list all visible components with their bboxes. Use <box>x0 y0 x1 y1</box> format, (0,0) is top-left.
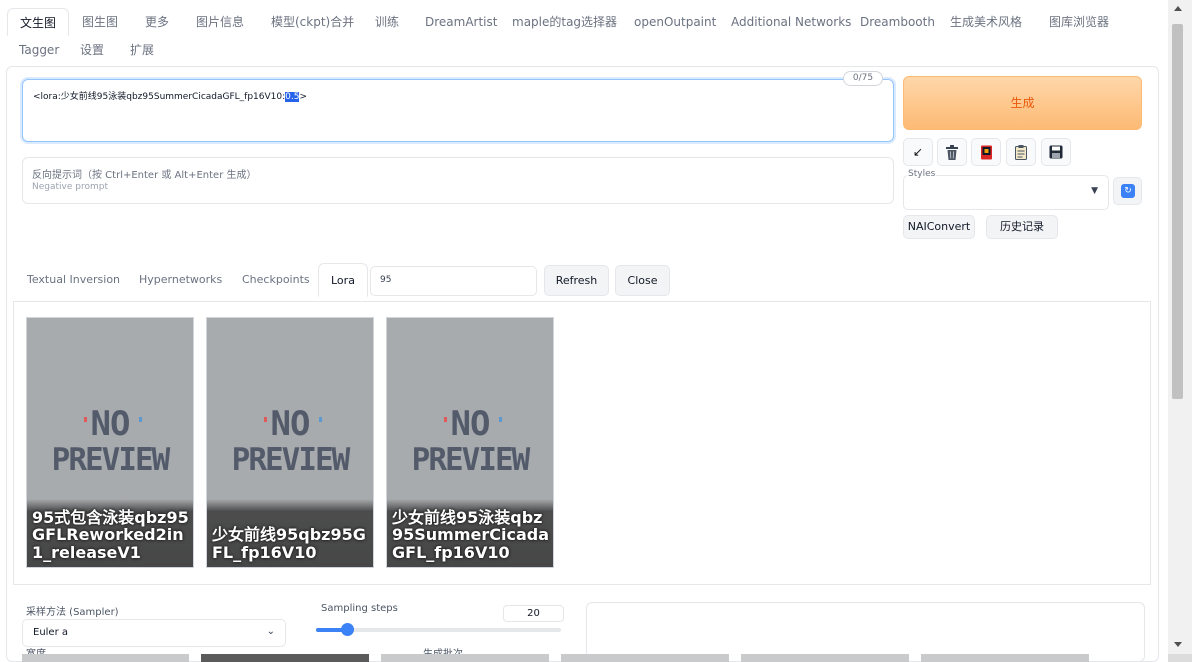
styles-dropdown[interactable]: ▼ <box>903 175 1109 210</box>
no-preview-image-text: PREVIEW <box>231 442 351 478</box>
lora-card-title: 少女前线95泳装qbz95SummerCicadaGFL_fp16V10 <box>392 507 550 562</box>
sampler-dropdown[interactable]: Euler a ⌄ <box>22 619 286 647</box>
generate-button[interactable]: 生成 <box>903 76 1142 130</box>
scroll-down-arrow-icon[interactable] <box>1174 642 1182 647</box>
history-button[interactable]: 历史记录 <box>986 215 1058 239</box>
clipboard-icon <box>1015 145 1027 160</box>
no-preview-image-text: PREVIEW <box>51 442 171 478</box>
refresh-button[interactable]: Refresh <box>544 265 609 296</box>
floppy-disk-icon <box>1049 145 1063 159</box>
tab-train[interactable]: 训练 <box>363 8 411 36</box>
tab-extensions[interactable]: 扩展 <box>118 36 166 64</box>
tab-png-info[interactable]: 图片信息 <box>184 8 256 36</box>
no-preview-image-text: NO <box>270 404 311 444</box>
naiconvert-button[interactable]: NAIConvert <box>903 215 975 239</box>
negative-prompt-placeholder: 反向提示词（按 Ctrl+Enter 或 Alt+Enter 生成） <box>32 170 257 181</box>
tab-dreamartist[interactable]: DreamArtist <box>413 8 509 36</box>
partial-element <box>741 654 909 662</box>
sampler-label: 采样方法 (Sampler) <box>26 607 119 618</box>
clear-prompt-button[interactable] <box>937 138 967 166</box>
scrollbar-corner <box>1168 654 1192 662</box>
decoration-dot <box>499 417 502 422</box>
partial-element <box>22 654 189 662</box>
output-gallery-panel <box>586 602 1145 662</box>
decoration-dot <box>444 417 447 422</box>
partial-element <box>921 654 1089 662</box>
scrollbar-thumb[interactable] <box>1172 24 1183 399</box>
tab-art-style[interactable]: 生成美术风格 <box>938 8 1034 36</box>
extra-networks-button[interactable] <box>971 138 1001 166</box>
sampling-steps-slider[interactable] <box>316 623 561 636</box>
tab-tag-selector[interactable]: maple的tag选择器 <box>500 8 629 36</box>
tab-textual-inversion[interactable]: Textual Inversion <box>15 263 132 297</box>
tab-tagger[interactable]: Tagger <box>7 36 71 64</box>
lora-card[interactable]: NO PREVIEW 95式包含泳装qbz95GFLReworked2in1_r… <box>26 317 194 568</box>
tab-lora[interactable]: Lora <box>318 263 368 297</box>
styles-label: Styles <box>907 169 937 179</box>
sampling-steps-label: Sampling steps <box>321 603 398 614</box>
partial-element <box>381 654 549 662</box>
lora-card-title: 少女前线95qbz95GFL_fp16V10 <box>212 525 366 562</box>
apply-style-button[interactable] <box>1006 138 1036 166</box>
webui-root: 文生图 图生图 更多 图片信息 模型(ckpt)合并 训练 DreamArtis… <box>0 0 1192 662</box>
decoration-dot <box>84 417 87 422</box>
negative-prompt-textarea[interactable]: 反向提示词（按 Ctrl+Enter 或 Alt+Enter 生成） Negat… <box>22 157 894 204</box>
lora-card-title: 95式包含泳装qbz95GFLReworked2in1_releaseV1 <box>32 507 189 562</box>
search-value: 95 <box>380 275 392 285</box>
tab-additional-networks[interactable]: Additional Networks <box>719 8 863 36</box>
refresh-icon: ↻ <box>1121 184 1135 198</box>
lora-card[interactable]: NO PREVIEW 少女前线95泳装qbz95SummerCicadaGFL_… <box>386 317 554 568</box>
save-style-button[interactable] <box>1041 138 1071 166</box>
prompt-textarea[interactable]: <lora:少女前线95泳装qbz95SummerCicadaGFL_fp16V… <box>22 79 894 142</box>
chevron-down-icon: ⌄ <box>266 626 275 637</box>
tab-txt2img[interactable]: 文生图 <box>7 8 70 36</box>
sampling-steps-input[interactable]: 20 <box>503 605 564 622</box>
tab-extras[interactable]: 更多 <box>133 8 181 36</box>
sampler-value: Euler a <box>33 627 69 638</box>
paste-params-button[interactable]: ↙ <box>903 138 933 166</box>
token-counter: 0/75 <box>843 71 883 86</box>
tab-hypernetworks[interactable]: Hypernetworks <box>127 263 234 297</box>
tab-settings[interactable]: 设置 <box>68 36 116 64</box>
tab-dreambooth[interactable]: Dreambooth <box>848 8 947 36</box>
tab-checkpoint-merger[interactable]: 模型(ckpt)合并 <box>259 8 366 36</box>
arrow-down-left-icon: ↙ <box>912 145 924 159</box>
partial-element <box>201 654 369 662</box>
negative-prompt-placeholder-en: Negative prompt <box>32 182 108 192</box>
tab-img2img[interactable]: 图生图 <box>70 8 130 36</box>
decoration-dot <box>264 417 267 422</box>
tab-image-browser[interactable]: 图库浏览器 <box>1037 8 1121 36</box>
extra-networks-search-input[interactable]: 95 <box>370 266 537 296</box>
prompt-selection: 0.5 <box>285 92 300 102</box>
partial-element <box>561 654 729 662</box>
close-button[interactable]: Close <box>615 265 670 296</box>
refresh-styles-button[interactable]: ↻ <box>1113 177 1142 205</box>
no-preview-image-text: NO <box>450 404 491 444</box>
chevron-down-icon: ▼ <box>1091 186 1098 196</box>
top-tab-bar: 文生图 图生图 更多 图片信息 模型(ckpt)合并 训练 DreamArtis… <box>0 0 1168 64</box>
tab-openoutpaint[interactable]: openOutpaint <box>622 8 728 36</box>
tab-checkpoints[interactable]: Checkpoints <box>230 263 322 297</box>
decoration-dot <box>319 417 322 422</box>
prompt-text: <lora:少女前线95泳装qbz95SummerCicadaGFL_fp16V… <box>33 92 308 102</box>
decoration-dot <box>139 417 142 422</box>
no-preview-image-text: NO <box>90 404 131 444</box>
scroll-up-arrow-icon[interactable] <box>1174 6 1182 11</box>
trash-icon <box>946 145 958 160</box>
no-preview-image-text: PREVIEW <box>411 442 531 478</box>
lora-card[interactable]: NO PREVIEW 少女前线95qbz95GFL_fp16V10 <box>206 317 374 568</box>
red-book-icon <box>980 145 992 160</box>
